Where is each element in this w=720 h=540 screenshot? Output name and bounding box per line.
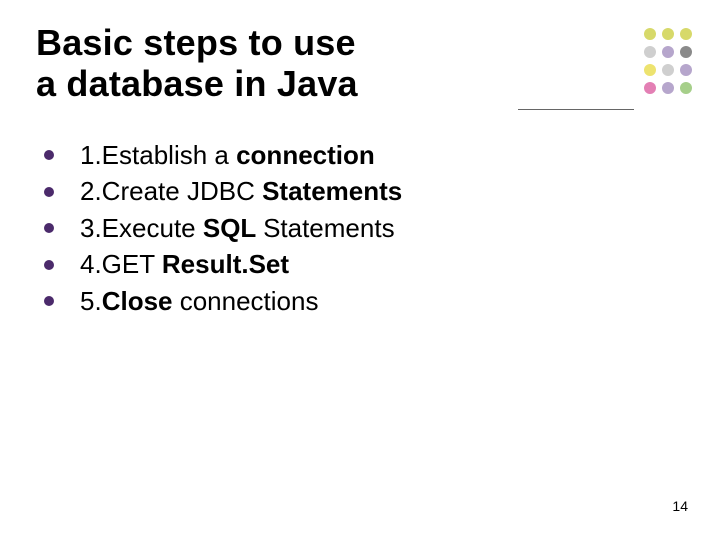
bullet-icon	[44, 296, 54, 306]
dot-icon	[680, 64, 692, 76]
dot-icon	[644, 46, 656, 58]
bullet-icon	[44, 187, 54, 197]
slide-title: Basic steps to use a database in Java	[36, 22, 684, 105]
list-item: 3.Execute SQL Statements	[44, 212, 684, 245]
title-line-1: Basic steps to use	[36, 22, 356, 63]
list-item: 2.Create JDBC Statements	[44, 175, 684, 208]
title-divider	[518, 109, 634, 110]
list-item-text: 1.Establish a connection	[80, 139, 375, 172]
list-item: 4.GET Result.Set	[44, 248, 684, 281]
bullet-list: 1.Establish a connection 2.Create JDBC S…	[44, 139, 684, 318]
list-item-text: 4.GET Result.Set	[80, 248, 289, 281]
list-item-text: 2.Create JDBC Statements	[80, 175, 402, 208]
dot-icon	[662, 28, 674, 40]
list-item: 1.Establish a connection	[44, 139, 684, 172]
dot-icon	[680, 28, 692, 40]
list-item: 5.Close connections	[44, 285, 684, 318]
decorative-dot-grid	[644, 28, 692, 94]
dot-icon	[680, 82, 692, 94]
list-item-text: 3.Execute SQL Statements	[80, 212, 395, 245]
dot-icon	[644, 82, 656, 94]
bullet-icon	[44, 260, 54, 270]
page-number: 14	[672, 498, 688, 514]
dot-icon	[662, 46, 674, 58]
dot-icon	[662, 82, 674, 94]
title-line-2: a database in Java	[36, 63, 358, 104]
dot-icon	[644, 64, 656, 76]
bullet-icon	[44, 150, 54, 160]
dot-icon	[662, 64, 674, 76]
dot-icon	[680, 46, 692, 58]
dot-icon	[644, 28, 656, 40]
list-item-text: 5.Close connections	[80, 285, 318, 318]
bullet-icon	[44, 223, 54, 233]
